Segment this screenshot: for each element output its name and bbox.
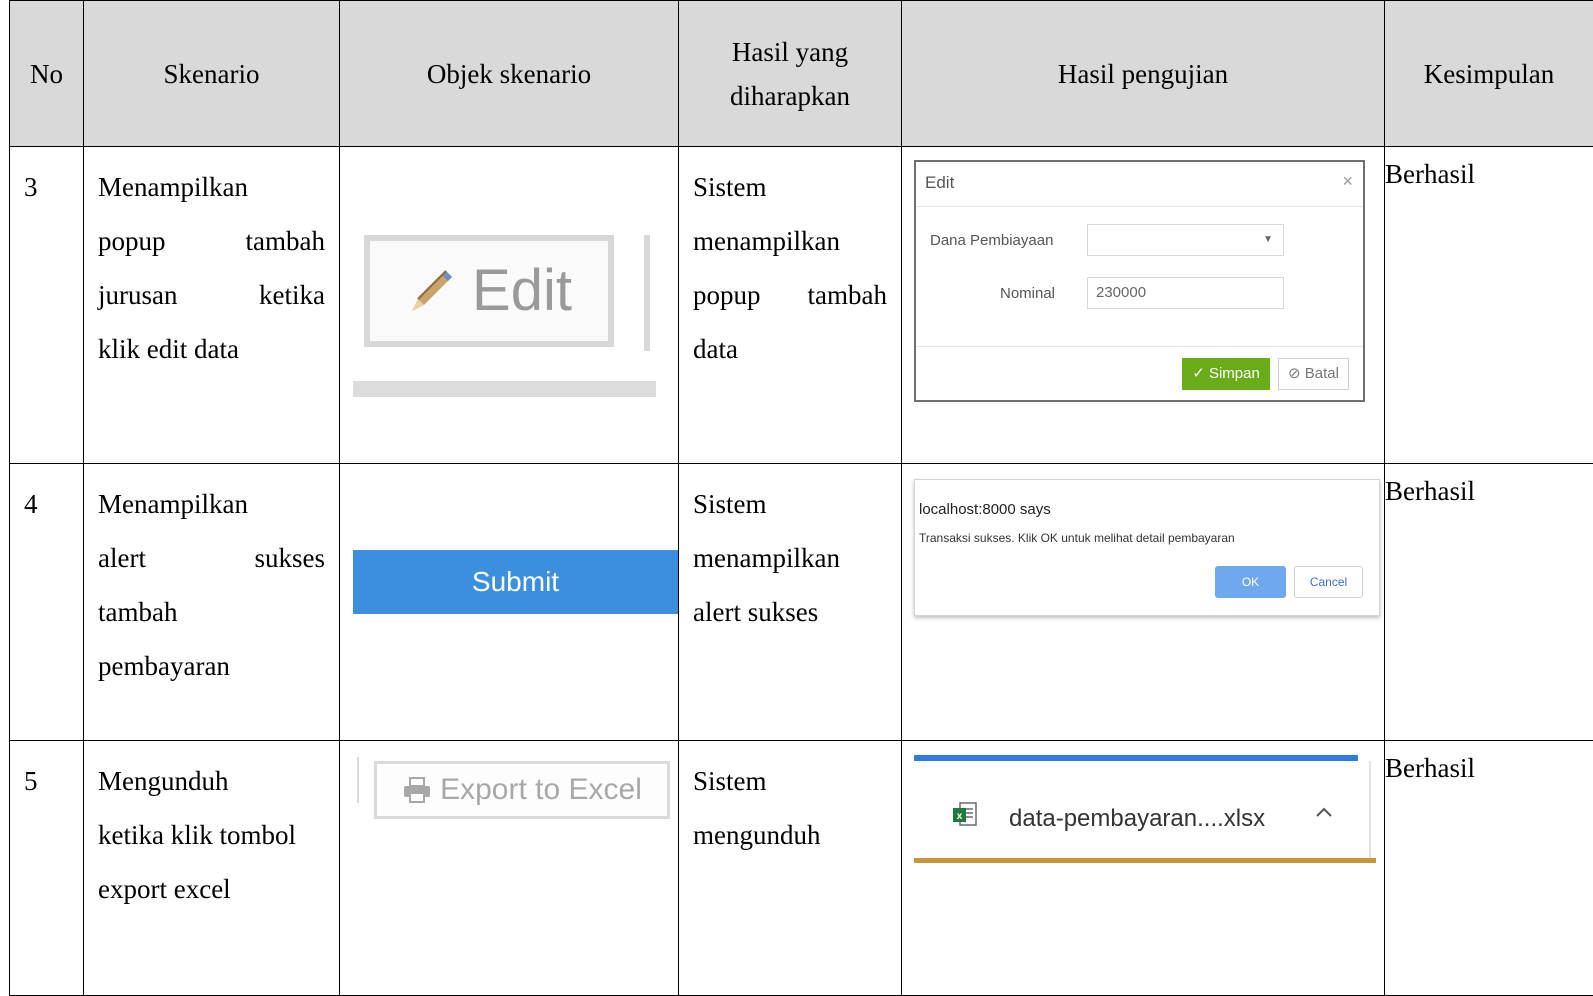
skenario-line: ketika klik tombol bbox=[98, 808, 325, 862]
objek-cell: Submit bbox=[340, 464, 679, 741]
nominal-label: Nominal bbox=[1000, 284, 1055, 304]
edit-modal: Edit × Dana Pembiayaan ▼ Nominal 230000 … bbox=[914, 160, 1365, 402]
skenario-line: Menampilkan bbox=[98, 160, 325, 214]
harapan-cell: Sistem mengunduh bbox=[679, 741, 902, 996]
harapan-cell: Sistem menampilkan alert sukses bbox=[679, 464, 902, 741]
divider bbox=[357, 757, 359, 803]
row-number: 4 bbox=[10, 464, 84, 741]
dana-select[interactable]: ▼ bbox=[1087, 224, 1284, 256]
modal-header: Edit × bbox=[916, 162, 1363, 207]
dana-label: Dana Pembiayaan bbox=[930, 231, 1053, 251]
row-number: 5 bbox=[10, 741, 84, 996]
skenario-line: pembayaran bbox=[98, 639, 325, 693]
row-number: 3 bbox=[10, 147, 84, 464]
chevron-up-icon[interactable] bbox=[1314, 805, 1334, 819]
header-kesimpulan: Kesimpulan bbox=[1385, 1, 1593, 147]
cancel-button[interactable]: ⊘ Batal bbox=[1278, 358, 1349, 390]
skenario-line: Menampilkan bbox=[98, 477, 325, 531]
objek-cell: Export to Excel bbox=[340, 741, 679, 996]
skenario-line: popup tambah bbox=[98, 214, 325, 268]
skenario-cell: Menampilkan alert sukses tambah pembayar… bbox=[84, 464, 340, 741]
cancel-label: Batal bbox=[1305, 365, 1339, 382]
check-icon: ✓ bbox=[1192, 365, 1205, 382]
harapan-line: Sistem bbox=[693, 160, 887, 214]
harapan-line: data bbox=[693, 322, 887, 376]
test-table: No Skenario Objek skenario Hasil yang dih… bbox=[9, 0, 1593, 996]
harapan-cell: Sistem menampilkan popup tambah data bbox=[679, 147, 902, 464]
hasil-cell: localhost:8000 says Transaksi sukses. Kl… bbox=[902, 464, 1385, 741]
adjacent-button-edge bbox=[644, 235, 658, 351]
scrollbar bbox=[353, 381, 656, 397]
header-hasil-pengujian: Hasil pengujian bbox=[902, 1, 1385, 147]
pencil-icon bbox=[406, 265, 458, 317]
header-hasil-line2: diharapkan bbox=[730, 81, 850, 111]
ban-icon: ⊘ bbox=[1288, 365, 1301, 382]
close-icon[interactable]: × bbox=[1342, 170, 1353, 192]
download-bar: x data-pembayaran....xlsx bbox=[914, 755, 1376, 865]
page: No Skenario Objek skenario Hasil yang dih… bbox=[0, 0, 1593, 929]
harapan-line: menampilkan bbox=[693, 531, 887, 585]
kesimpulan-cell: Berhasil bbox=[1385, 741, 1593, 996]
kesimpulan-cell: Berhasil bbox=[1385, 147, 1593, 464]
skenario-cell: Mengunduh ketika klik tombol export exce… bbox=[84, 741, 340, 996]
caret-down-icon: ▼ bbox=[1263, 230, 1273, 250]
skenario-line: export excel bbox=[98, 862, 325, 916]
hasil-cell: Edit × Dana Pembiayaan ▼ Nominal 230000 … bbox=[902, 147, 1385, 464]
svg-text:x: x bbox=[957, 811, 963, 822]
alert-origin: localhost:8000 says bbox=[919, 500, 1051, 520]
excel-file-icon: x bbox=[952, 801, 978, 829]
header-hasil-diharapkan: Hasil yang diharapkan bbox=[679, 1, 902, 147]
skenario-line: alert sukses bbox=[98, 531, 325, 585]
harapan-line: menampilkan bbox=[693, 214, 887, 268]
alert-message: Transaksi sukses. Klik OK untuk melihat … bbox=[919, 530, 1235, 546]
skenario-line: tambah bbox=[98, 585, 325, 639]
header-objek: Objek skenario bbox=[340, 1, 679, 147]
export-excel-button[interactable]: Export to Excel bbox=[374, 761, 670, 819]
harapan-line: mengunduh bbox=[693, 808, 887, 862]
printer-icon bbox=[402, 776, 432, 804]
harapan-line: popup tambah bbox=[693, 268, 887, 322]
header-skenario: Skenario bbox=[84, 1, 340, 147]
download-item[interactable]: x data-pembayaran....xlsx bbox=[914, 761, 1371, 861]
objek-cell: Edit bbox=[340, 147, 679, 464]
submit-button[interactable]: Submit bbox=[353, 550, 678, 614]
harapan-line: Sistem bbox=[693, 477, 887, 531]
harapan-line: Sistem bbox=[693, 754, 887, 808]
alert-dialog: localhost:8000 says Transaksi sukses. Kl… bbox=[914, 479, 1380, 616]
modal-footer-divider bbox=[916, 346, 1363, 347]
table-row: 5 Mengunduh ketika klik tombol export ex… bbox=[10, 741, 1593, 996]
skenario-cell: Menampilkan popup tambah jurusan ketika … bbox=[84, 147, 340, 464]
ok-button[interactable]: OK bbox=[1215, 566, 1286, 598]
skenario-line: Mengunduh bbox=[98, 754, 325, 808]
save-label: Simpan bbox=[1209, 365, 1260, 382]
header-no: No bbox=[10, 1, 84, 147]
skenario-line: klik edit data bbox=[98, 322, 325, 376]
modal-title: Edit bbox=[925, 172, 954, 194]
save-button[interactable]: ✓ Simpan bbox=[1182, 358, 1270, 390]
export-label: Export to Excel bbox=[440, 775, 642, 805]
table-row: 3 Menampilkan popup tambah jurusan ketik… bbox=[10, 147, 1593, 464]
table-row: 4 Menampilkan alert sukses tambah pembay… bbox=[10, 464, 1593, 741]
edit-button-label: Edit bbox=[472, 262, 572, 320]
edit-button[interactable]: Edit bbox=[364, 235, 614, 347]
hasil-cell: x data-pembayaran....xlsx bbox=[902, 741, 1385, 996]
skenario-line: jurusan ketika bbox=[98, 268, 325, 322]
header-row: No Skenario Objek skenario Hasil yang dih… bbox=[10, 1, 1593, 147]
header-hasil-line1: Hasil yang bbox=[732, 37, 848, 67]
nominal-input[interactable]: 230000 bbox=[1087, 277, 1284, 309]
harapan-line: alert sukses bbox=[693, 585, 887, 639]
kesimpulan-cell: Berhasil bbox=[1385, 464, 1593, 741]
edit-button-image: Edit bbox=[353, 235, 656, 400]
cancel-button[interactable]: Cancel bbox=[1294, 566, 1363, 598]
download-filename: data-pembayaran....xlsx bbox=[1009, 804, 1265, 834]
taskbar-edge bbox=[914, 858, 1376, 863]
